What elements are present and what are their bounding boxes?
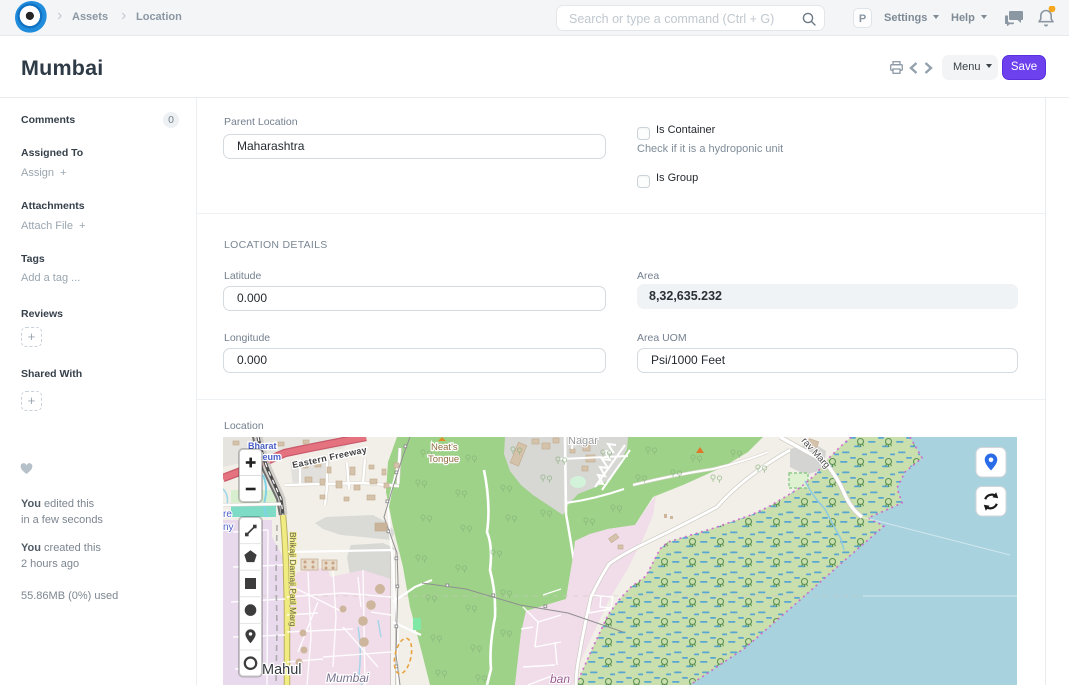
svg-text:leum: leum (260, 452, 281, 462)
svg-text:ban: ban (550, 672, 570, 685)
svg-text:ny: ny (223, 522, 234, 533)
svg-text:re: re (223, 509, 232, 520)
svg-text:Nagar: Nagar (568, 437, 598, 447)
svg-text:Bhikaji Damaji Patil Marg: Bhikaji Damaji Patil Marg (288, 532, 298, 627)
svg-text:Neat's: Neat's (431, 442, 458, 453)
svg-text:Tongue: Tongue (428, 454, 459, 465)
svg-text:Mahul: Mahul (262, 662, 302, 678)
svg-text:Mumbai: Mumbai (326, 671, 369, 685)
